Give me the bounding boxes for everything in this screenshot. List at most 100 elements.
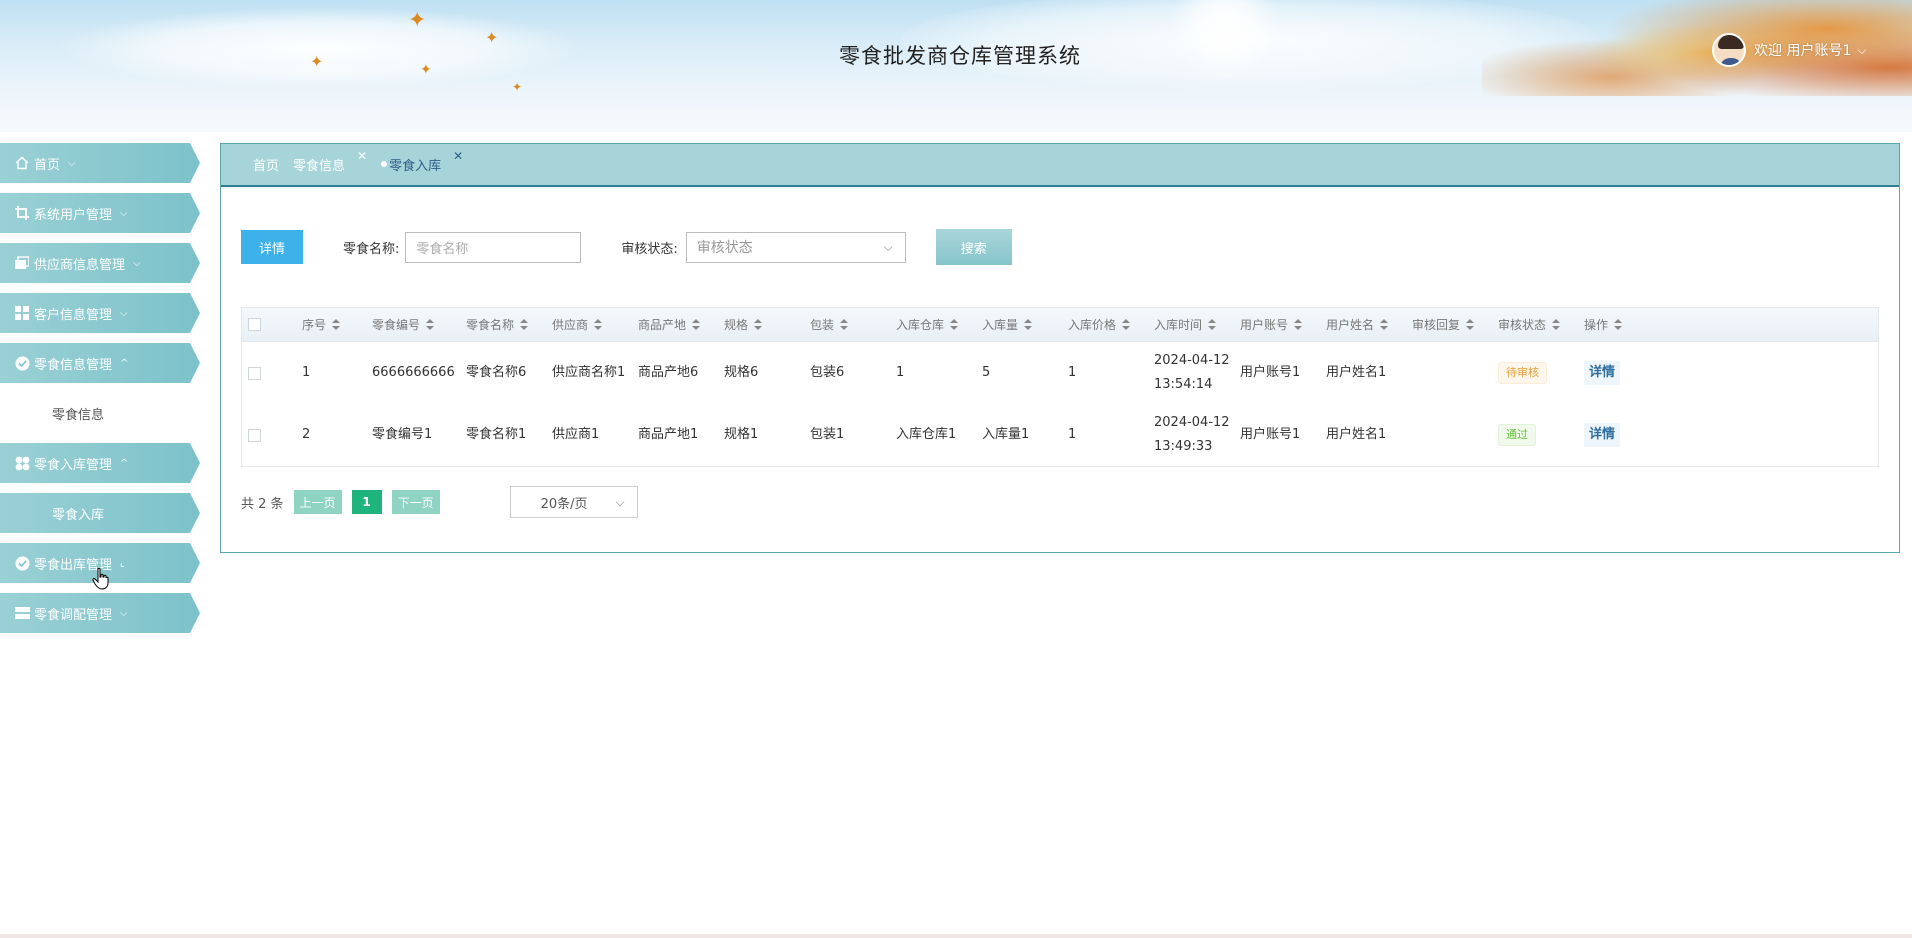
sort-icon[interactable] [950,319,959,330]
column-header[interactable]: 包装 [810,316,896,333]
detail-button[interactable]: 详情 [241,230,303,264]
prev-page-button[interactable]: 上一页 [293,490,342,514]
search-button[interactable]: 搜索 [935,229,1012,265]
table-row: 2 零食编号1 零食名称1 供应商1 商品产地1 规格1 包装1 入库仓库1 入… [242,404,1878,466]
sidebar-subitem-snack-inbound[interactable]: 零食入库 [0,493,200,533]
cell-account: 用户账号1 [1240,427,1301,442]
cell-spec: 规格1 [724,427,759,442]
column-header[interactable]: 规格 [724,316,810,333]
column-header[interactable]: 零食编号 [372,316,466,333]
sort-icon[interactable] [1024,319,1033,330]
table-row: 1 6666666666 零食名称6 供应商名称1 商品产地6 规格6 包装6 … [242,342,1878,404]
sort-icon[interactable] [1466,319,1475,330]
cell-supplier: 供应商名称1 [552,365,626,380]
column-header[interactable]: 入库量 [982,316,1068,333]
snack-name-input[interactable]: 零食名称 [405,231,582,263]
chevron-down-icon: ⌵ [120,607,128,619]
sidebar-item-system-users[interactable]: 系统用户管理 ⌵ [0,193,200,233]
cell-price: 1 [1068,365,1077,380]
cell-name: 零食名称6 [466,365,527,380]
chevron-down-icon: ⌵ [615,494,625,509]
tab-label: 首页 [253,159,280,174]
column-header[interactable]: 操作 [1584,316,1670,333]
next-page-button[interactable]: 下一页 [391,490,440,514]
close-icon[interactable]: ✕ [453,149,463,163]
chevron-down-icon: ⌵ [133,257,141,269]
header-banner: ✦ ✦ ✦ ✦ ✦ 零食批发商仓库管理系统 欢迎 用户账号1 ⌵ [0,0,1912,96]
sort-icon[interactable] [520,319,529,330]
column-header[interactable]: 序号 [302,316,372,333]
sort-icon[interactable] [1294,319,1303,330]
column-header[interactable]: 审核状态 [1498,316,1584,333]
check-circle-icon [14,355,30,371]
row-detail-button[interactable]: 详情 [1584,361,1621,385]
cell-time-date: 2024-04-12 [1154,415,1230,430]
column-header[interactable]: 审核回复 [1412,316,1498,333]
chevron-up-icon: ^ [120,457,129,469]
active-dot-icon [381,161,388,167]
sidebar-item-label: 零食入库管理 [34,457,113,473]
row-checkbox[interactable] [248,366,261,380]
column-header[interactable]: 零食名称 [466,316,552,333]
sort-icon[interactable] [1208,319,1217,330]
row-checkbox[interactable] [248,428,261,442]
tab-snack-inbound[interactable]: 零食入库 ✕ [381,149,463,174]
search-toolbar: 详情 零食名称: 零食名称 审核状态: 审核状态 ⌵ 搜索 [241,229,1012,265]
sidebar-item-label: 供应商信息管理 [34,257,126,273]
column-header[interactable]: 入库仓库 [896,316,982,333]
column-header[interactable]: 供应商 [552,316,638,333]
sort-icon[interactable] [1552,319,1561,330]
sort-icon[interactable] [754,319,763,330]
page-number-button[interactable]: 1 [351,490,382,514]
sidebar-item-snack-info-mgmt[interactable]: 零食信息管理 ^ [0,343,200,383]
list-icon [14,605,30,621]
sort-icon[interactable] [692,319,701,330]
sidebar-subitem-snack-info[interactable]: 零食信息 [0,393,200,433]
leaf-icon: ✦ [408,8,427,33]
cell-username: 用户姓名1 [1326,365,1387,380]
row-select-cell [242,366,302,380]
user-menu[interactable]: 欢迎 用户账号1 ⌵ [1712,32,1866,68]
cell-price: 1 [1068,427,1077,442]
total-count: 共 2 条 [241,496,284,512]
cell-code: 6666666666 [372,365,455,380]
cell-origin: 商品产地1 [638,427,699,442]
sidebar-item-inbound-mgmt[interactable]: 零食入库管理 ^ [0,443,200,483]
column-header[interactable]: 用户账号 [1240,316,1326,333]
sort-icon[interactable] [426,319,435,330]
audit-status-select[interactable]: 审核状态 ⌵ [685,231,906,263]
sort-icon[interactable] [1614,319,1623,330]
row-detail-button[interactable]: 详情 [1584,423,1621,447]
page-size-select[interactable]: 20条/页 ⌵ [509,486,638,518]
sidebar-item-suppliers[interactable]: 供应商信息管理 ⌵ [0,243,200,283]
sidebar-item-home[interactable]: 首页 ⌵ [0,143,200,183]
leaf-icon: ✦ [512,80,523,94]
chevron-down-icon: ⌵ [120,207,128,219]
sidebar-item-allocation-mgmt[interactable]: 零食调配管理 ⌵ [0,593,200,633]
clover-icon [14,455,30,471]
sort-icon[interactable] [1122,319,1131,330]
crop-icon [14,205,30,221]
sidebar-item-customers[interactable]: 客户信息管理 ⌵ [0,293,200,333]
cell-code: 零食编号1 [372,427,433,442]
close-icon[interactable]: ✕ [357,149,367,163]
tab-snack-info[interactable]: 零食信息 ✕ [293,149,367,174]
sidebar-item-label: 零食信息 [52,407,105,423]
column-header[interactable]: 用户姓名 [1326,316,1412,333]
tab-home[interactable]: 首页 [253,155,279,174]
cell-time: 2024-04-12 13:54:14 [1154,349,1240,397]
cell-time-date: 2024-04-12 [1154,353,1230,368]
sort-icon[interactable] [1380,319,1389,330]
column-header[interactable]: 入库价格 [1068,316,1154,333]
page-size-value: 20条/页 [540,496,588,512]
select-all-checkbox[interactable] [248,318,261,331]
cell-status: 待审核 [1498,361,1584,385]
sort-icon[interactable] [840,319,849,330]
column-header[interactable]: 商品产地 [638,316,724,333]
sidebar-item-label: 零食入库 [52,507,105,523]
sort-icon[interactable] [594,319,603,330]
sidebar-item-label: 零食信息管理 [34,357,113,373]
sort-icon[interactable] [332,319,341,330]
cell-time-clock: 13:54:14 [1154,377,1213,392]
column-header[interactable]: 入库时间 [1154,316,1240,333]
